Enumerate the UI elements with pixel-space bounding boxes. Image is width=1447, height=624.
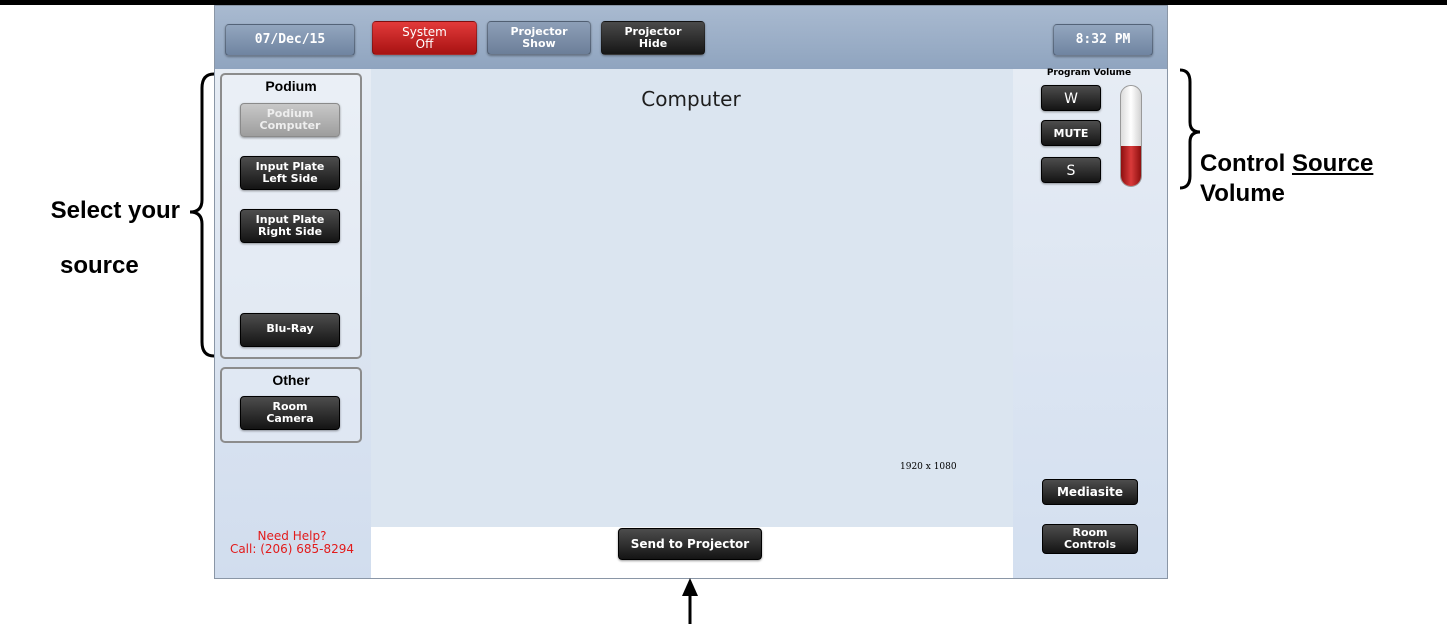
annotation-control: Control Source bbox=[1200, 150, 1373, 178]
right-brace-icon bbox=[1179, 68, 1201, 190]
up-arrow-icon bbox=[682, 578, 698, 596]
left-brace-icon bbox=[189, 72, 215, 358]
annotation-select-line2: source bbox=[60, 252, 139, 279]
annotation-source-word: Source bbox=[1291, 150, 1374, 177]
annotation-control-prefix: Control bbox=[1200, 150, 1292, 177]
annotation-volume: Volume bbox=[1200, 180, 1285, 207]
annotation-select-line1: Select your bbox=[50, 197, 180, 224]
annotation-overlay bbox=[189, 68, 1201, 624]
